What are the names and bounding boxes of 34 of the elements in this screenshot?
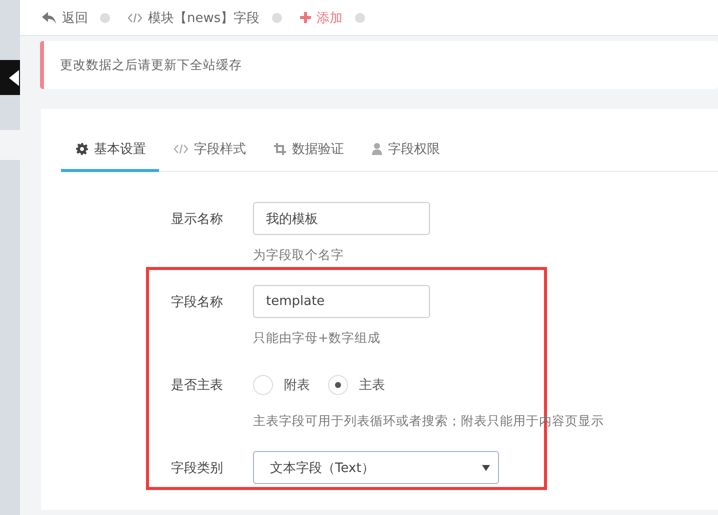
- caret-icon: [482, 464, 490, 470]
- separator-dot: [272, 12, 282, 22]
- code-icon: [128, 12, 142, 22]
- help-text: 只能由字母+数字组成: [253, 330, 382, 347]
- crop-icon: [274, 143, 286, 155]
- notice-text: 更改数据之后请更新下全站缓存: [60, 56, 242, 74]
- tab[interactable]: 基本设置: [61, 129, 159, 172]
- back-link[interactable]: 返回: [42, 8, 88, 26]
- gear-icon: [76, 143, 88, 155]
- chevron-icon: [7, 70, 19, 86]
- tab[interactable]: 数据验证: [259, 129, 357, 172]
- plus-icon: [300, 12, 311, 23]
- breadcrumb-link[interactable]: 模块【news】字段: [128, 8, 260, 26]
- radio-button[interactable]: [328, 374, 348, 394]
- separator-dot: [100, 12, 110, 22]
- help-text: 为字段取个名字: [253, 247, 345, 264]
- field-label: 字段类别: [171, 460, 223, 476]
- user-icon: [372, 143, 382, 155]
- input-field[interactable]: template: [253, 285, 430, 318]
- field-label: 是否主表: [171, 376, 223, 394]
- back-arrow-icon: [42, 12, 56, 24]
- code-icon: [174, 144, 188, 154]
- tab[interactable]: 字段权限: [357, 129, 453, 172]
- collapse-tab[interactable]: [0, 60, 20, 95]
- menu-item-highlight: [0, 130, 20, 160]
- dropdown[interactable]: 文本字段（Text）: [253, 451, 499, 484]
- tab[interactable]: 字段样式: [159, 129, 259, 172]
- field-label: 字段名称: [171, 294, 223, 310]
- radio-option[interactable]: 主表: [328, 374, 385, 394]
- radio-button[interactable]: [253, 374, 273, 394]
- separator-dot: [354, 12, 365, 22]
- field-label: 显示名称: [171, 210, 223, 228]
- radio-option[interactable]: 附表: [253, 374, 310, 394]
- input-field[interactable]: 我的模板: [253, 202, 430, 235]
